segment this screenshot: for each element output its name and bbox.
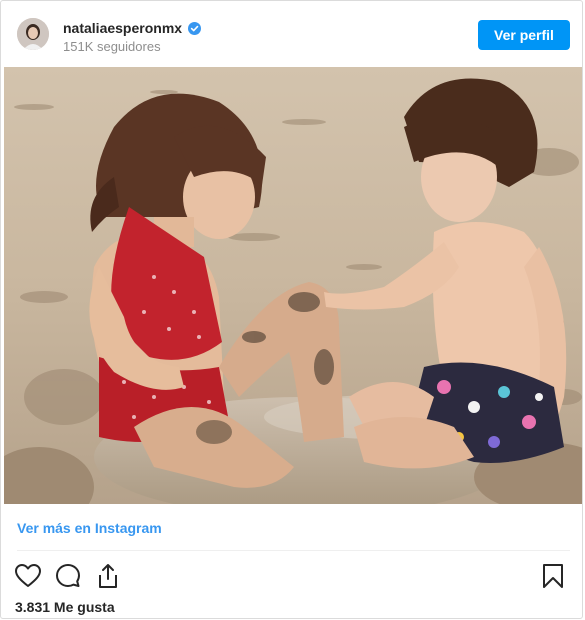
username[interactable]: nataliaesperonmx — [63, 20, 182, 36]
follower-count: 151K seguidores — [63, 39, 161, 54]
username-row: nataliaesperonmx — [63, 20, 202, 36]
instagram-embed-card: nataliaesperonmx 151K seguidores Ver per… — [0, 0, 583, 619]
view-profile-button[interactable]: Ver perfil — [478, 20, 570, 50]
like-count[interactable]: 3.831 Me gusta — [15, 599, 115, 615]
avatar[interactable] — [17, 18, 49, 50]
post-header: nataliaesperonmx 151K seguidores Ver per… — [1, 1, 582, 67]
avatar-image — [17, 18, 49, 50]
divider — [17, 550, 570, 551]
bookmark-icon[interactable] — [538, 561, 568, 591]
post-photo[interactable] — [4, 67, 582, 504]
view-more-on-instagram-link[interactable]: Ver más en Instagram — [17, 520, 162, 536]
verified-badge-icon — [188, 21, 202, 35]
action-bar — [11, 561, 572, 591]
heart-icon[interactable] — [13, 561, 43, 591]
share-icon[interactable] — [93, 561, 123, 591]
comment-icon[interactable] — [53, 561, 83, 591]
